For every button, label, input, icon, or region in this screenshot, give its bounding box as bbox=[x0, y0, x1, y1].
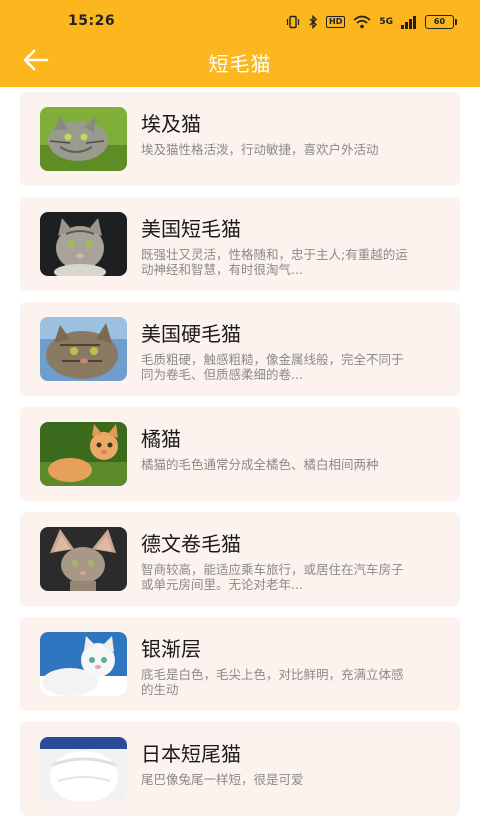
cat-name: 银渐层 bbox=[141, 637, 201, 661]
cat-card[interactable]: 美国硬毛猫 毛质粗硬，触感粗糙，像金属线般，完全不同于同为卷毛、但质感柔细的卷.… bbox=[20, 302, 460, 396]
vibrate-icon bbox=[286, 15, 300, 29]
cat-card[interactable]: 美国短毛猫 既强壮又灵活，性格随和，忠于主人;有重越的运动神经和智慧，有时很淘气… bbox=[20, 197, 460, 291]
cat-card[interactable]: 德文卷毛猫 智商较高，能适应乘车旅行，或居住在汽车房子或单元房间里。无论对老年.… bbox=[20, 512, 460, 606]
status-time: 15:26 bbox=[68, 13, 116, 29]
hd-badge: HD bbox=[326, 16, 346, 28]
cat-description: 橘猫的毛色通常分成全橘色、橘白相间两种 bbox=[141, 457, 379, 472]
cat-description: 埃及猫性格活泼，行动敏捷，喜欢户外活动 bbox=[141, 142, 379, 157]
wifi-icon bbox=[353, 15, 371, 29]
cat-name: 德文卷毛猫 bbox=[141, 532, 241, 556]
cat-name: 美国短毛猫 bbox=[141, 217, 241, 241]
signal-icon bbox=[401, 15, 417, 29]
cat-photo bbox=[40, 632, 127, 696]
cat-description: 尾巴像兔尾一样短，很是可爱 bbox=[141, 772, 304, 787]
cat-name: 日本短尾猫 bbox=[141, 742, 241, 766]
status-bar: 15:26 HD 5G 60 bbox=[0, 0, 480, 42]
cat-card[interactable]: 日本短尾猫 尾巴像兔尾一样短，很是可爱 bbox=[20, 722, 460, 816]
cat-photo bbox=[40, 737, 127, 801]
cat-name: 埃及猫 bbox=[141, 112, 201, 136]
battery-indicator: 60 bbox=[425, 15, 457, 29]
cat-description: 毛质粗硬，触感粗糙，像金属线般，完全不同于同为卷毛、但质感柔细的卷... bbox=[141, 352, 404, 382]
cat-photo bbox=[40, 212, 127, 276]
cat-card[interactable]: 银渐层 底毛是白色，毛尖上色，对比鲜明，充满立体感的生动 bbox=[20, 617, 460, 711]
cat-card[interactable]: 埃及猫 埃及猫性格活泼，行动敏捷，喜欢户外活动 bbox=[20, 92, 460, 186]
app-header: 15:26 HD 5G 60 短毛猫 bbox=[0, 0, 480, 87]
cat-photo bbox=[40, 107, 127, 171]
cat-photo bbox=[40, 527, 127, 591]
cat-card[interactable]: 橘猫 橘猫的毛色通常分成全橘色、橘白相间两种 bbox=[20, 407, 460, 501]
cat-name: 橘猫 bbox=[141, 427, 181, 451]
cat-photo bbox=[40, 422, 127, 486]
cat-name: 美国硬毛猫 bbox=[141, 322, 241, 346]
cat-description: 既强壮又灵活，性格随和，忠于主人;有重越的运动神经和智慧，有时很淘气... bbox=[141, 247, 408, 277]
cat-description: 底毛是白色，毛尖上色，对比鲜明，充满立体感的生动 bbox=[141, 667, 404, 697]
signal-badge: 5G bbox=[379, 17, 393, 27]
cat-description: 智商较高，能适应乘车旅行，或居住在汽车房子或单元房间里。无论对老年... bbox=[141, 562, 404, 592]
status-icons: HD 5G 60 bbox=[286, 13, 457, 31]
page-title: 短毛猫 bbox=[208, 52, 272, 76]
cat-photo bbox=[40, 317, 127, 381]
bluetooth-icon bbox=[308, 15, 318, 29]
